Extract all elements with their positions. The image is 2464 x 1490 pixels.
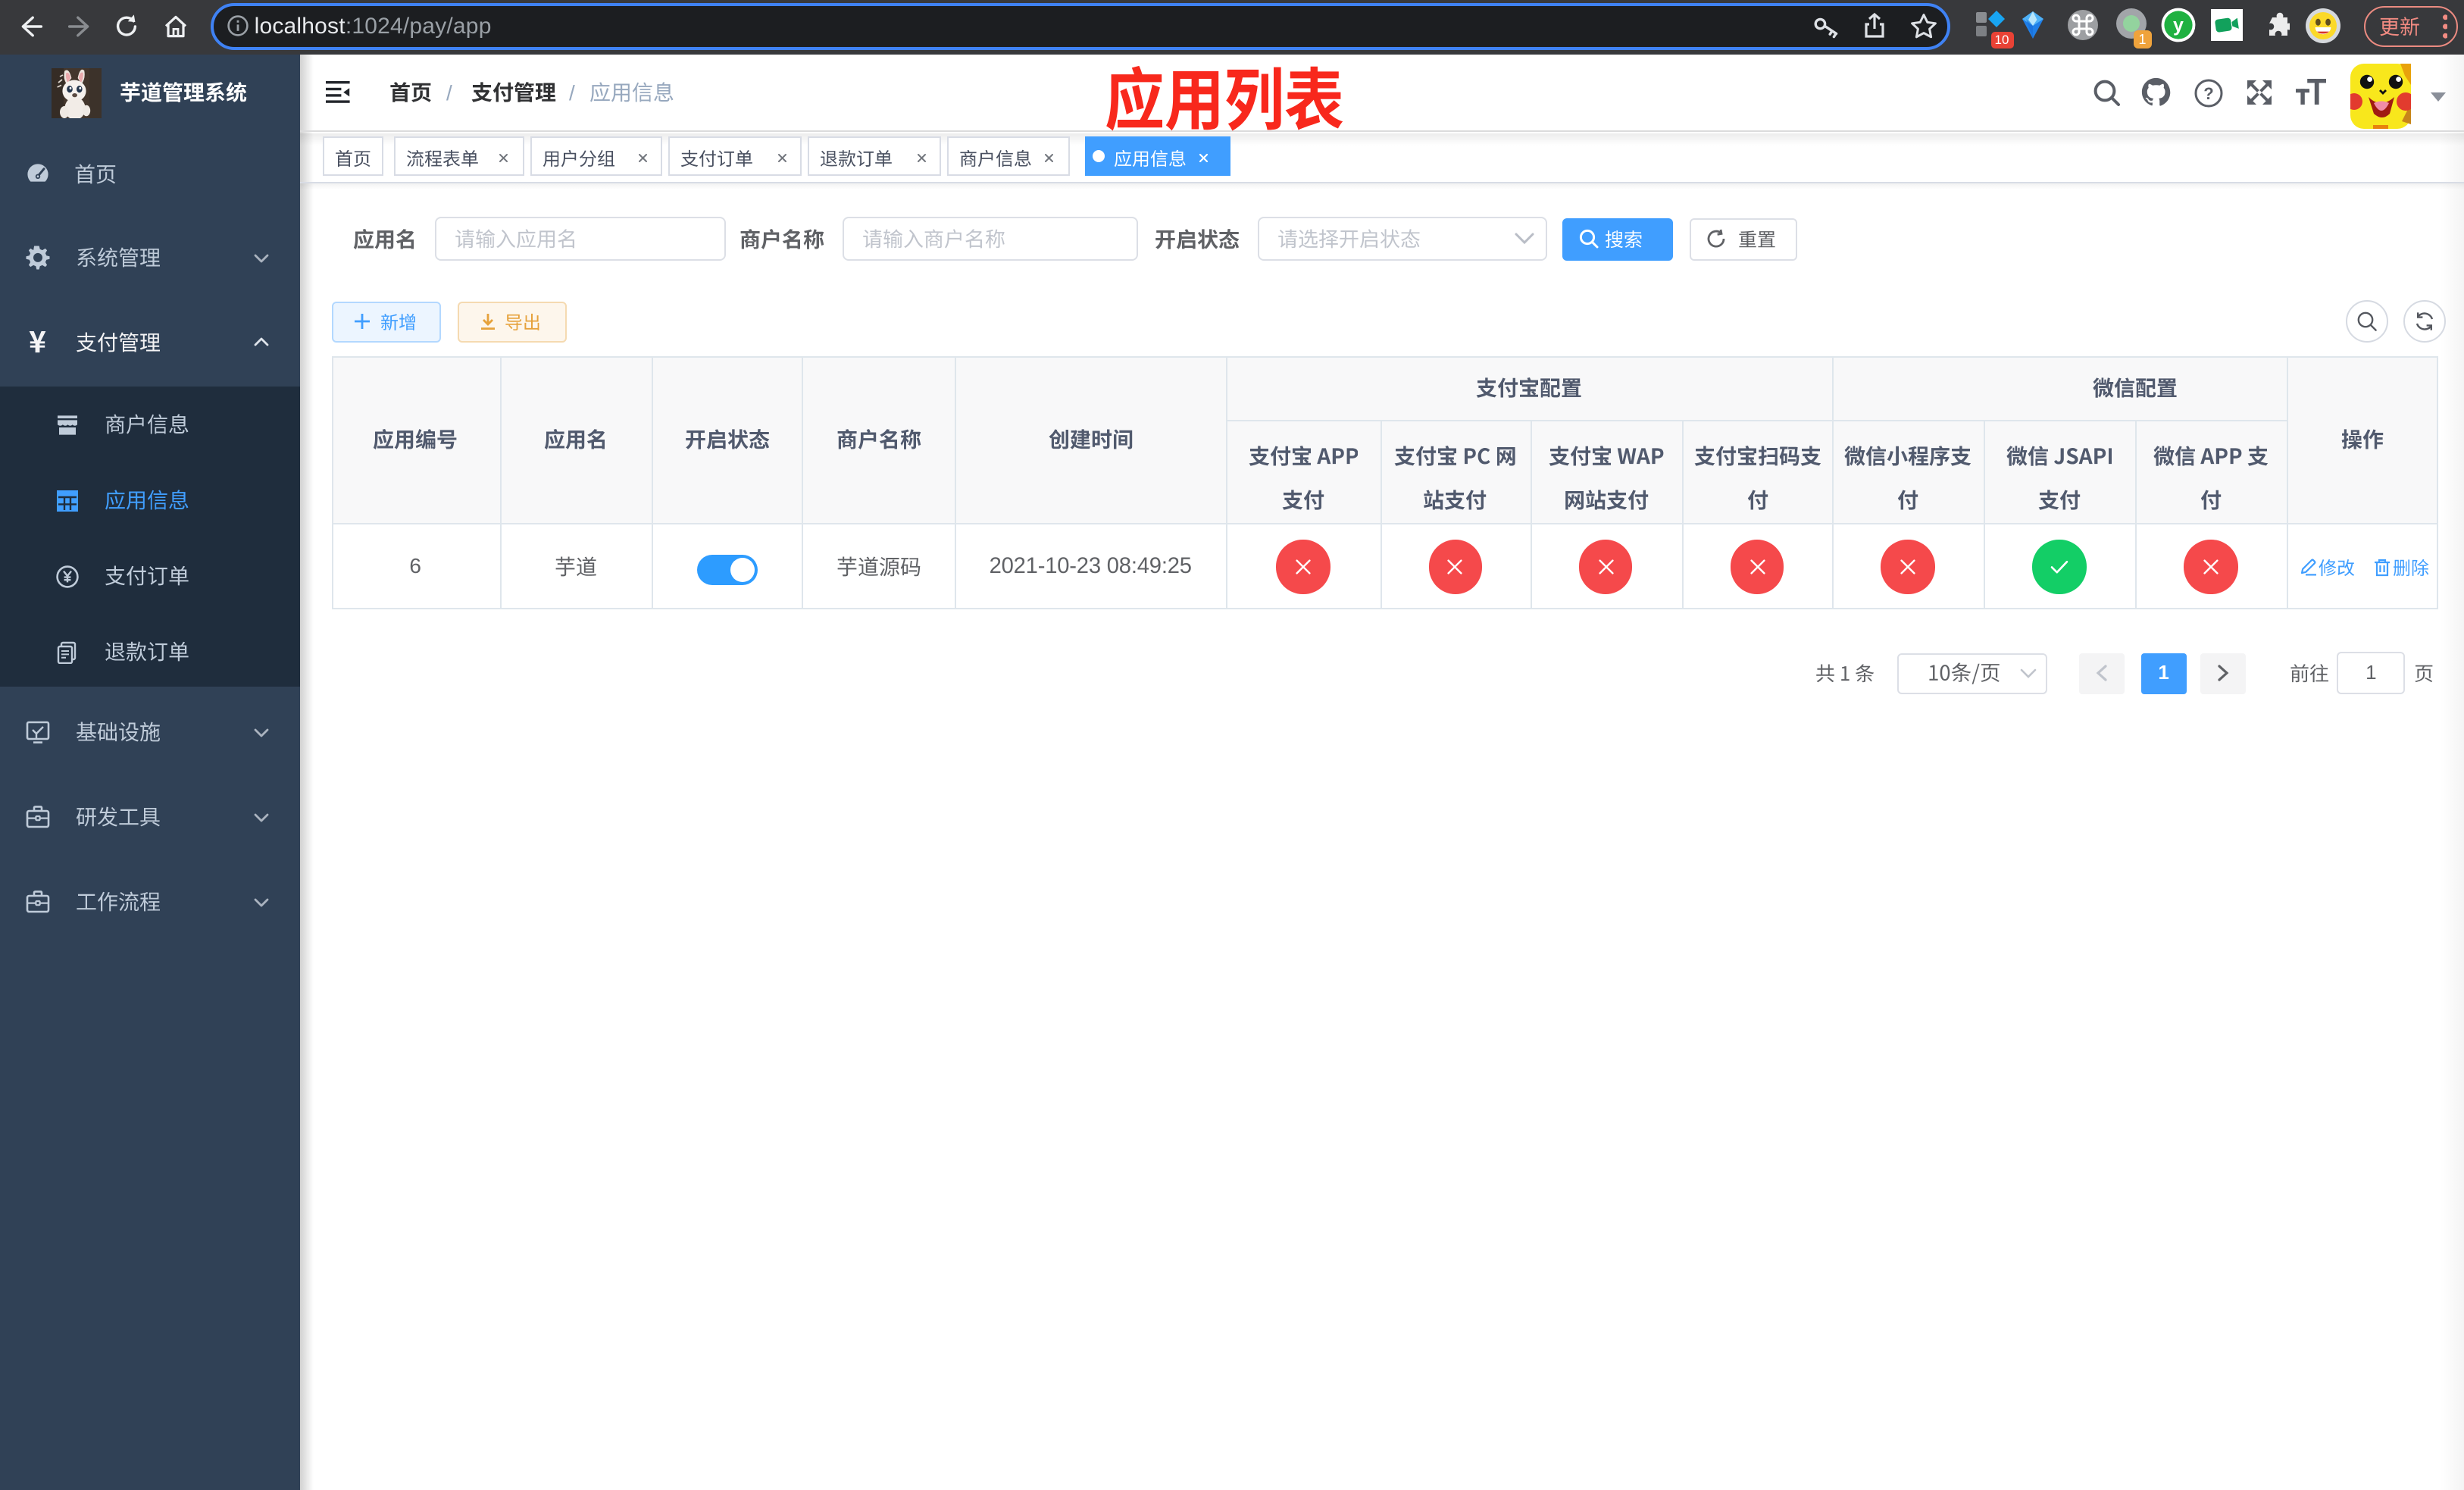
svg-text:?: ? [2203,83,2213,102]
svg-text:y: y [2172,15,2183,36]
